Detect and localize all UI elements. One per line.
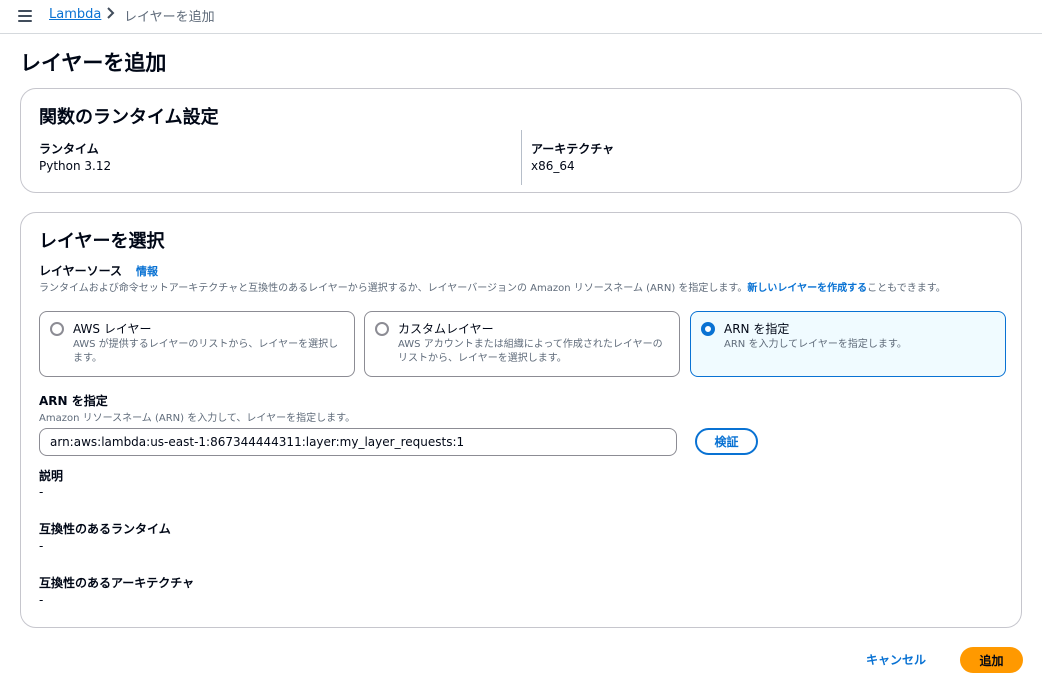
top-bar: Lambda レイヤーを追加 bbox=[0, 0, 1042, 34]
tile-custom-layers-title: カスタムレイヤー bbox=[398, 322, 494, 336]
layer-select-title: レイヤーを選択 bbox=[39, 231, 165, 252]
page-title: レイヤーを追加 bbox=[20, 51, 167, 75]
tile-specify-arn-desc: ARN を入力してレイヤーを指定します。 bbox=[724, 339, 907, 350]
tile-aws-layers-desc: AWS が提供するレイヤーのリストから、レイヤーを選択します。 bbox=[73, 339, 339, 364]
layer-source-desc-tail: こともできます。 bbox=[867, 283, 946, 294]
runtime-settings-title: 関数のランタイム設定 bbox=[39, 107, 219, 128]
description-value: - bbox=[39, 485, 44, 499]
tile-specify-arn-title: ARN を指定 bbox=[724, 322, 790, 336]
create-layer-link[interactable]: 新しいレイヤーを作成する bbox=[747, 283, 867, 294]
tile-specify-arn[interactable]: ARN を指定 ARN を入力してレイヤーを指定します。 bbox=[690, 311, 1006, 377]
tile-aws-layers[interactable]: AWS レイヤー AWS が提供するレイヤーのリストから、レイヤーを選択します。 bbox=[39, 311, 355, 377]
architecture-label: アーキテクチャ bbox=[531, 142, 615, 156]
tile-custom-layers[interactable]: カスタムレイヤー AWS アカウントまたは組織によって作成されたレイヤーのリスト… bbox=[364, 311, 680, 377]
radio-aws-layers[interactable] bbox=[50, 322, 64, 336]
chevron-right-icon bbox=[107, 7, 115, 19]
verify-button[interactable]: 検証 bbox=[695, 428, 758, 455]
layer-source-desc-text: ランタイムおよび命令セットアーキテクチャと互換性のあるレイヤーから選択するか、レ… bbox=[39, 283, 748, 294]
column-divider bbox=[521, 130, 522, 185]
hamburger-menu-icon[interactable] bbox=[18, 10, 32, 22]
arn-description: Amazon リソースネーム (ARN) を入力して、レイヤーを指定します。 bbox=[39, 413, 356, 424]
tile-custom-layers-desc: AWS アカウントまたは組織によって作成されたレイヤーのリストから、レイヤーを選… bbox=[398, 339, 663, 364]
layer-select-panel: レイヤーを選択 レイヤーソース 情報 ランタイムおよび命令セットアーキテクチャと… bbox=[20, 212, 1022, 628]
runtime-value: Python 3.12 bbox=[39, 159, 112, 173]
compatible-runtimes-label: 互換性のあるランタイム bbox=[39, 522, 171, 536]
architecture-value: x86_64 bbox=[531, 159, 575, 173]
breadcrumb-lambda[interactable]: Lambda bbox=[49, 7, 101, 22]
compatible-architectures-value: - bbox=[39, 593, 44, 607]
arn-label: ARN を指定 bbox=[39, 394, 108, 408]
radio-specify-arn[interactable] bbox=[701, 322, 715, 336]
runtime-label: ランタイム bbox=[39, 142, 99, 156]
runtime-settings-panel: 関数のランタイム設定 ランタイム Python 3.12 アーキテクチャ x86… bbox=[20, 88, 1022, 193]
description-label: 説明 bbox=[39, 469, 64, 483]
layer-source-label: レイヤーソース bbox=[39, 264, 123, 278]
cancel-button[interactable]: キャンセル bbox=[866, 651, 926, 668]
radio-custom-layers[interactable] bbox=[375, 322, 389, 336]
arn-input[interactable] bbox=[39, 428, 677, 456]
tile-aws-layers-title: AWS レイヤー bbox=[73, 322, 152, 336]
breadcrumb-current: レイヤーを追加 bbox=[124, 10, 215, 25]
layer-source-description: ランタイムおよび命令セットアーキテクチャと互換性のあるレイヤーから選択するか、レ… bbox=[39, 279, 946, 294]
add-button[interactable]: 追加 bbox=[960, 647, 1023, 673]
info-link[interactable]: 情報 bbox=[136, 263, 158, 279]
compatible-architectures-label: 互換性のあるアーキテクチャ bbox=[39, 576, 195, 590]
compatible-runtimes-value: - bbox=[39, 539, 44, 553]
